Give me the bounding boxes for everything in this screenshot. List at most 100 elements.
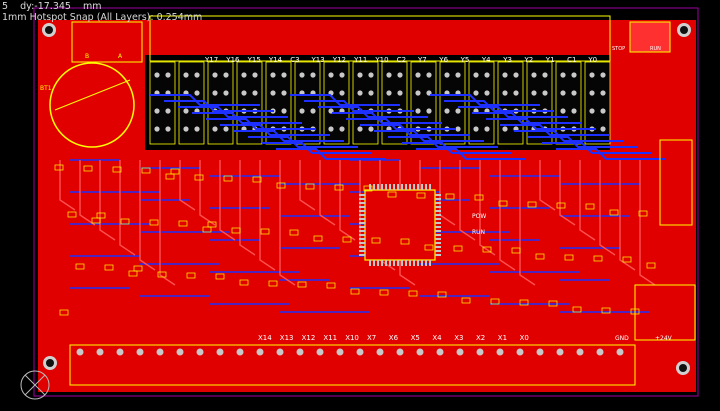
relay-pin [397, 90, 403, 96]
relay-pin [270, 90, 276, 96]
run-led-label: RUN [472, 229, 485, 236]
relay-pin [281, 90, 287, 96]
mcu-pin [369, 260, 371, 266]
input-label: X2 [476, 334, 485, 342]
relay [294, 61, 321, 145]
mcu-pin [359, 254, 365, 256]
input-label: X14 [258, 334, 272, 342]
terminal-pad [336, 348, 344, 356]
input-label: X11 [323, 334, 337, 342]
mcu-pin [381, 260, 383, 266]
output-label: Y17 [204, 56, 218, 64]
mcu-pin [435, 246, 441, 248]
terminal-pad [316, 348, 324, 356]
relay-pin [415, 90, 421, 96]
output-label: C1 [567, 56, 576, 64]
gnd-label: GND [615, 335, 629, 342]
relay-pin [241, 90, 247, 96]
mcu-pin [369, 184, 371, 190]
relay-pin [531, 72, 537, 78]
output-label: Y4 [481, 56, 491, 64]
relay-pin [299, 108, 305, 114]
mcu-pin [435, 234, 441, 236]
output-label: Y11 [353, 56, 367, 64]
terminal-pad [276, 348, 284, 356]
relay-pin [560, 90, 566, 96]
terminal-pad [516, 348, 524, 356]
input-label: X6 [389, 334, 399, 342]
mcu-pin [359, 206, 365, 208]
mcu-pin [421, 184, 423, 190]
relay-pin [484, 72, 490, 78]
battery-holder [49, 62, 135, 148]
mcu-pin [359, 218, 365, 220]
mcu-pin [359, 234, 365, 236]
relay-pin [455, 72, 461, 78]
mcu-pin [359, 226, 365, 228]
relay-pin [386, 72, 392, 78]
mcu-pin [421, 260, 423, 266]
mcu-pin [359, 198, 365, 200]
relay-pin [589, 72, 595, 78]
run-label: RUN [650, 46, 661, 52]
mcu-pin [397, 260, 399, 266]
mcu-pin [417, 184, 419, 190]
mcu-pin [393, 184, 395, 190]
mcu-pin [359, 194, 365, 196]
relay-pin [513, 72, 519, 78]
relay-pin [183, 126, 189, 132]
output-label: Y3 [502, 56, 512, 64]
relay-pin [600, 108, 606, 114]
terminal-pad [156, 348, 164, 356]
terminal-pad [476, 348, 484, 356]
relay-pin [426, 108, 432, 114]
terminal-pad [356, 348, 364, 356]
mcu-pin [359, 250, 365, 252]
pcb-editor-viewport[interactable]: BT1 B A Y17 Y16 Y15 Y14 C3 Y13 Y12 Y11 Y10 C2 Y7 Y6… [0, 0, 720, 411]
output-label: Y13 [311, 56, 325, 64]
output-label: Y16 [225, 56, 240, 64]
mcu-pin [389, 184, 391, 190]
input-label: X5 [411, 334, 420, 342]
relay-pin [194, 90, 200, 96]
relay-pin [600, 90, 606, 96]
relay-pin [357, 126, 363, 132]
relay-pin [252, 72, 258, 78]
mcu-pin [435, 230, 441, 232]
mcu-pin [429, 184, 431, 190]
mcu-pin [435, 210, 441, 212]
relay-pin [328, 126, 334, 132]
relay-pin [589, 108, 595, 114]
relay-pin [310, 108, 316, 114]
mcu-pin [359, 230, 365, 232]
relay-pin [560, 72, 566, 78]
mcu-pin [381, 184, 383, 190]
mcu-pin [359, 222, 365, 224]
terminal-pad [176, 348, 184, 356]
v24-label: +24V [655, 335, 673, 342]
output-label: Y14 [268, 56, 283, 64]
relay-pin [368, 126, 374, 132]
terminal-pad [556, 348, 564, 356]
relay [149, 61, 176, 145]
relay-pin [310, 72, 316, 78]
relay [439, 61, 466, 145]
mounting-hole-icon [676, 361, 690, 375]
relay-pin [339, 72, 345, 78]
input-label: X12 [302, 334, 316, 342]
terminal-pad [616, 348, 624, 356]
relay-pin [571, 108, 577, 114]
relay-pin [281, 72, 287, 78]
mcu-pin [373, 184, 375, 190]
relay-pin [589, 90, 595, 96]
relay-pin [415, 72, 421, 78]
output-label: Y5 [460, 56, 470, 64]
relay-pin [455, 126, 461, 132]
pcb-board-canvas[interactable]: BT1 B A Y17 Y16 Y15 Y14 C3 Y13 Y12 Y11 Y10 C2 Y7 Y6… [0, 0, 720, 411]
mcu-pin [413, 184, 415, 190]
relay-pin [455, 108, 461, 114]
relay [555, 61, 582, 145]
input-label: X3 [454, 334, 463, 342]
mcu-pin [359, 210, 365, 212]
relay-pin [368, 72, 374, 78]
